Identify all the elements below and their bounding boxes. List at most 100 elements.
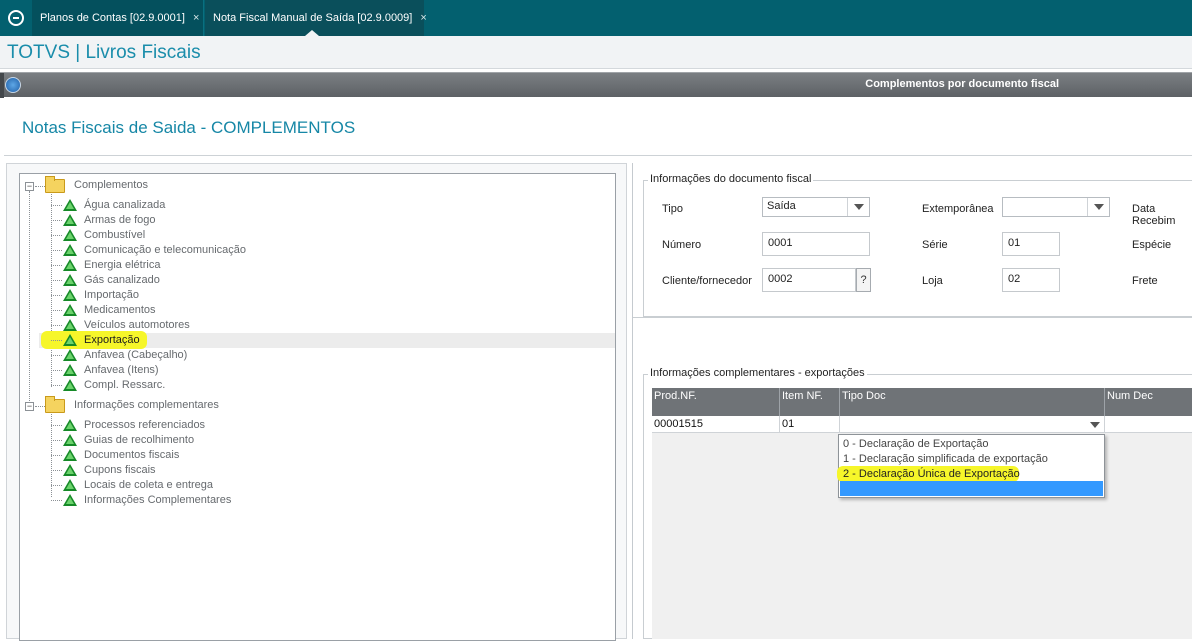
cliente-fornecedor-label: Cliente/fornecedor [662, 275, 752, 287]
loja-label: Loja [922, 275, 943, 287]
tree-item-label: Guias de recolhimento [84, 434, 195, 446]
tree-item-combustivel[interactable]: Combustível [51, 228, 301, 243]
triangle-status-icon [63, 464, 77, 476]
cliente-value: 0002 [768, 273, 793, 285]
dropdown-option[interactable]: 1 - Declaração simplificada de exportaçã… [842, 452, 1049, 467]
tree-item-exportacao[interactable]: Exportação [51, 333, 301, 348]
cell-prod-nf[interactable]: 00001515 [652, 416, 780, 433]
cell-num-dec[interactable] [1105, 416, 1192, 433]
tree-item-label: Anfavea (Itens) [84, 364, 159, 376]
tree-item-informacoes-complementares[interactable]: Informações Complementares [51, 493, 301, 508]
tree-item-medicamentos[interactable]: Medicamentos [51, 303, 301, 318]
column-header-prod-nf[interactable]: Prod.NF. [652, 388, 780, 416]
tree-item-label: Medicamentos [84, 304, 156, 316]
tab-nota-fiscal-manual-saida[interactable]: Nota Fiscal Manual de Saída [02.9.0009] … [205, 0, 427, 36]
tree-item-anfavea-cabecalho[interactable]: Anfavea (Cabeçalho) [51, 348, 301, 363]
tree-item-agua-canalizada[interactable]: Água canalizada [51, 198, 301, 213]
especie-label: Espécie [1132, 239, 1172, 251]
column-header-item-nf[interactable]: Item NF. [780, 388, 840, 416]
extemporanea-label: Extemporânea [922, 203, 994, 215]
tree-item-documentos-fiscais[interactable]: Documentos fiscais [51, 448, 301, 463]
tipo-select[interactable]: Saída [762, 197, 870, 217]
group-legend: Informações complementares - exportações [648, 367, 867, 379]
serie-field[interactable]: 01 [1002, 232, 1060, 256]
dropdown-option[interactable]: 0 - Declaração de Exportação [842, 437, 990, 452]
column-header-tipo-doc[interactable]: Tipo Doc [840, 388, 1105, 416]
cell-tipo-doc[interactable] [840, 416, 1105, 433]
loja-value: 02 [1008, 273, 1021, 285]
dialog-header-edge [0, 73, 4, 98]
tree-item-importacao[interactable]: Importação [51, 288, 301, 303]
tree-item-gas-canalizado[interactable]: Gás canalizado [51, 273, 301, 288]
triangle-status-icon [63, 364, 77, 376]
tree-item-comunicacao[interactable]: Comunicação e telecomunicação [51, 243, 301, 258]
tree-item-label: Armas de fogo [84, 214, 156, 226]
triangle-status-icon [63, 449, 77, 461]
triangle-status-icon [63, 349, 77, 361]
dialog-title: Complementos por documento fiscal [865, 78, 1059, 90]
cell-item-nf[interactable]: 01 [780, 416, 840, 433]
serie-label: Série [922, 239, 948, 251]
close-icon[interactable]: × [420, 12, 426, 24]
tipo-doc-dropdown-list[interactable]: 0 - Declaração de Exportação 1 - Declara… [837, 434, 1105, 498]
tree-item-compl-ressarc[interactable]: Compl. Ressarc. [51, 378, 301, 393]
tipo-label: Tipo [662, 203, 683, 215]
chevron-down-icon[interactable] [1087, 198, 1109, 216]
divider [633, 317, 1192, 318]
divider [4, 155, 1192, 156]
triangle-status-icon [63, 199, 77, 211]
group-legend: Informações do documento fiscal [648, 173, 814, 185]
tree-group-informacoes-complementares[interactable]: Informações complementares [45, 396, 305, 413]
loja-field[interactable]: 02 [1002, 268, 1060, 292]
tree-item-label: Água canalizada [84, 199, 166, 211]
tree-item-armas-de-fogo[interactable]: Armas de fogo [51, 213, 301, 228]
tree-view[interactable]: − Complementos Água canalizada Armas de … [19, 173, 616, 641]
tab-label: Planos de Contas [02.9.0001] [40, 12, 185, 24]
close-icon[interactable]: × [193, 12, 199, 24]
numero-field[interactable]: 0001 [762, 232, 870, 256]
chevron-down-icon[interactable] [847, 198, 869, 216]
dropdown-option[interactable]: 2 - Declaração Única de Exportação [842, 467, 1021, 482]
tab-planos-de-contas[interactable]: Planos de Contas [02.9.0001] × [32, 0, 204, 36]
tree-item-label: Combustível [84, 229, 146, 241]
top-tab-bar: Planos de Contas [02.9.0001] × Nota Fisc… [0, 0, 1192, 36]
tree-item-anfavea-itens[interactable]: Anfavea (Itens) [51, 363, 301, 378]
column-header-num-dec[interactable]: Num Dec [1105, 388, 1192, 416]
frete-label: Frete [1132, 275, 1158, 287]
tree-item-processos-referenciados[interactable]: Processos referenciados [51, 418, 301, 433]
tree-item-label: Anfavea (Cabeçalho) [84, 349, 188, 361]
cliente-fornecedor-field[interactable]: 0002 [762, 268, 856, 292]
totvs-logo-icon[interactable] [0, 0, 32, 36]
collapse-icon[interactable]: − [25, 402, 34, 411]
data-recebimento-label: Data Recebim [1132, 203, 1176, 227]
dialog-app-icon[interactable] [5, 77, 21, 93]
app-title-bar: TOTVS | Livros Fiscais [0, 36, 1192, 69]
triangle-status-icon [63, 334, 77, 346]
extemporanea-select[interactable] [1002, 197, 1110, 217]
chevron-down-icon[interactable] [1090, 422, 1100, 428]
tree-item-locais-de-coleta[interactable]: Locais de coleta e entrega [51, 478, 301, 493]
triangle-status-icon [63, 319, 77, 331]
tree-group-complementos[interactable]: Complementos [45, 176, 245, 193]
tree-item-label: Cupons fiscais [84, 464, 156, 476]
tree-item-label: Informações Complementares [84, 494, 232, 506]
dialog-header: Complementos por documento fiscal [0, 72, 1192, 98]
tree-item-label: Gás canalizado [84, 274, 160, 286]
tree-item-label: Exportação [84, 334, 140, 346]
page-title: Notas Fiscais de Saida - COMPLEMENTOS [22, 118, 356, 137]
folder-icon [45, 396, 65, 413]
triangle-status-icon [63, 434, 77, 446]
triangle-status-icon [63, 494, 77, 506]
export-grid[interactable]: Prod.NF. Item NF. Tipo Doc Num Dec 00001… [652, 388, 1192, 639]
triangle-status-icon [63, 479, 77, 491]
triangle-status-icon [63, 259, 77, 271]
tree-item-cupons-fiscais[interactable]: Cupons fiscais [51, 463, 301, 478]
tree-item-label: Importação [84, 289, 140, 301]
collapse-icon[interactable]: − [25, 182, 34, 191]
lookup-button[interactable]: ? [856, 268, 871, 292]
tree-item-label: Compl. Ressarc. [84, 379, 166, 391]
tree-item-label: Processos referenciados [84, 419, 206, 431]
tree-item-guias-de-recolhimento[interactable]: Guias de recolhimento [51, 433, 301, 448]
tree-item-energia-eletrica[interactable]: Energia elétrica [51, 258, 301, 273]
dropdown-option-selected-empty[interactable] [840, 481, 1103, 496]
